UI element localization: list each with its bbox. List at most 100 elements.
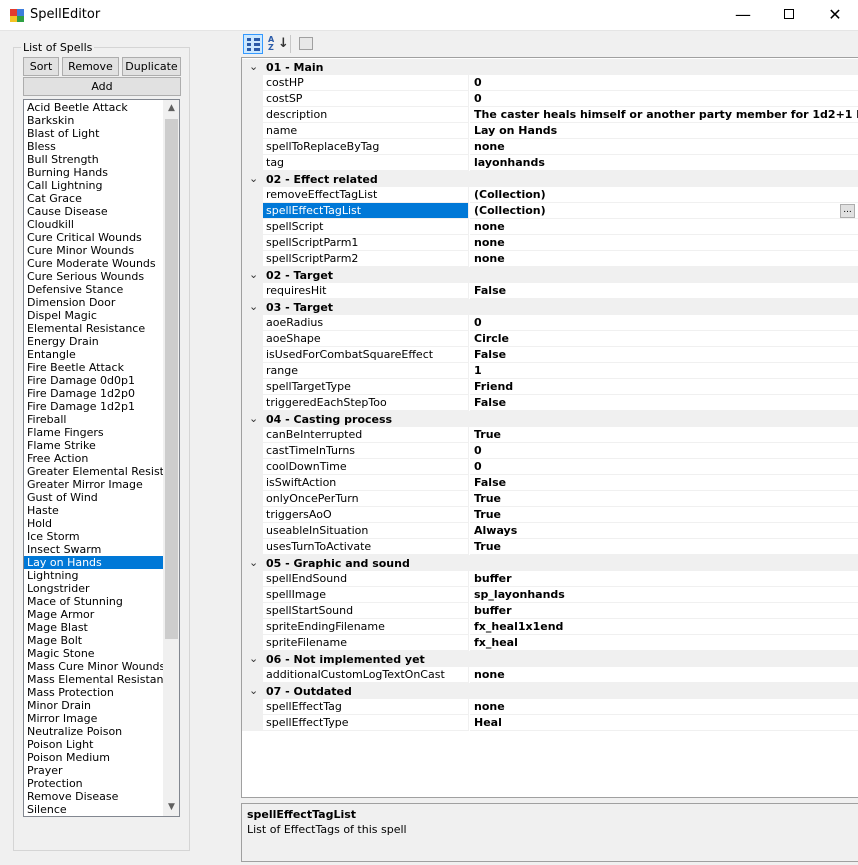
property-name[interactable]: description — [263, 107, 469, 123]
remove-button[interactable]: Remove — [62, 57, 119, 76]
list-item[interactable]: Remove Disease — [24, 790, 163, 803]
property-value[interactable]: Circle — [470, 331, 858, 347]
category-row[interactable]: ⌄ 07 - Outdated — [242, 683, 858, 699]
scroll-thumb[interactable] — [165, 119, 178, 639]
property-value[interactable]: 0 — [470, 75, 858, 91]
list-item[interactable]: Burning Hands — [24, 166, 163, 179]
property-row[interactable]: aoeShape Circle — [242, 331, 858, 347]
property-row[interactable]: spellTargetType Friend — [242, 379, 858, 395]
list-item[interactable]: Bless — [24, 140, 163, 153]
property-name[interactable]: spriteFilename — [263, 635, 469, 651]
property-value[interactable]: buffer — [470, 571, 858, 587]
property-row[interactable]: onlyOncePerTurn True — [242, 491, 858, 507]
property-value[interactable]: Lay on Hands — [470, 123, 858, 139]
property-name[interactable]: additionalCustomLogTextOnCast — [263, 667, 469, 683]
property-row[interactable]: costHP 0 — [242, 75, 858, 91]
property-row[interactable]: spellEffectTagList (Collection)... — [242, 203, 858, 219]
property-row[interactable]: useableInSituation Always — [242, 523, 858, 539]
property-name[interactable]: spellToReplaceByTag — [263, 139, 469, 155]
categorized-view-button[interactable] — [243, 34, 263, 54]
property-value[interactable]: none — [470, 251, 858, 267]
property-name[interactable]: spellStartSound — [263, 603, 469, 619]
list-item[interactable]: Dispel Magic — [24, 309, 163, 322]
property-name[interactable]: spellImage — [263, 587, 469, 603]
list-item[interactable]: Cure Minor Wounds — [24, 244, 163, 257]
property-row[interactable]: removeEffectTagList (Collection) — [242, 187, 858, 203]
property-name[interactable]: spellScriptParm2 — [263, 251, 469, 267]
spell-listbox[interactable]: Acid Beetle Attack Barkskin Blast of Light… — [23, 99, 180, 817]
property-value[interactable]: 1 — [470, 363, 858, 379]
category-row[interactable]: ⌄ 03 - Target — [242, 299, 858, 315]
property-row[interactable]: coolDownTime 0 — [242, 459, 858, 475]
property-row[interactable]: name Lay on Hands — [242, 123, 858, 139]
minimize-button[interactable]: — — [720, 0, 766, 31]
property-name[interactable]: tag — [263, 155, 469, 171]
list-item[interactable]: Mass Elemental Resistance — [24, 673, 163, 686]
property-row[interactable]: additionalCustomLogTextOnCast none — [242, 667, 858, 683]
property-value[interactable]: fx_heal1x1end — [470, 619, 858, 635]
list-item[interactable]: Insect Swarm — [24, 543, 163, 556]
property-name[interactable]: usesTurnToActivate — [263, 539, 469, 555]
property-value[interactable]: False — [470, 395, 858, 411]
property-value[interactable]: True — [470, 507, 858, 523]
list-item[interactable]: Flame Strike — [24, 439, 163, 452]
scroll-up-icon[interactable]: ▲ — [163, 100, 179, 117]
list-item[interactable]: Bull Strength — [24, 153, 163, 166]
list-item[interactable]: Gust of Wind — [24, 491, 163, 504]
property-row[interactable]: usesTurnToActivate True — [242, 539, 858, 555]
list-item[interactable]: Entangle — [24, 348, 163, 361]
property-row[interactable]: canBeInterrupted True — [242, 427, 858, 443]
list-item[interactable]: Mass Cure Minor Wounds — [24, 660, 163, 673]
category-row[interactable]: ⌄ 01 - Main — [242, 59, 858, 75]
property-row[interactable]: spellImage sp_layonhands — [242, 587, 858, 603]
list-item[interactable]: Flame Fingers — [24, 426, 163, 439]
property-name[interactable]: spellEffectTagList — [263, 203, 469, 219]
list-item[interactable]: Cloudkill — [24, 218, 163, 231]
property-name[interactable]: spellScript — [263, 219, 469, 235]
property-row[interactable]: triggersAoO True — [242, 507, 858, 523]
property-name[interactable]: useableInSituation — [263, 523, 469, 539]
property-value[interactable]: 0 — [470, 91, 858, 107]
property-name[interactable]: isSwiftAction — [263, 475, 469, 491]
collapse-chevron-icon[interactable]: ⌄ — [249, 556, 261, 570]
property-name[interactable]: costHP — [263, 75, 469, 91]
list-item[interactable]: Lay on Hands — [24, 556, 163, 569]
property-row[interactable]: range 1 — [242, 363, 858, 379]
list-item[interactable]: Mage Armor — [24, 608, 163, 621]
list-item[interactable]: Cat Grace — [24, 192, 163, 205]
property-name[interactable]: removeEffectTagList — [263, 187, 469, 203]
list-item[interactable]: Cause Disease — [24, 205, 163, 218]
property-value[interactable]: buffer — [470, 603, 858, 619]
list-item[interactable]: Call Lightning — [24, 179, 163, 192]
property-value[interactable]: layonhands — [470, 155, 858, 171]
property-value[interactable]: none — [470, 235, 858, 251]
list-item[interactable]: Cure Moderate Wounds — [24, 257, 163, 270]
property-value[interactable]: True — [470, 427, 858, 443]
property-row[interactable]: aoeRadius 0 — [242, 315, 858, 331]
property-row[interactable]: spellScriptParm2 none — [242, 251, 858, 267]
property-value[interactable]: Heal — [470, 715, 858, 731]
property-value[interactable]: none — [470, 139, 858, 155]
list-item[interactable]: Mage Blast — [24, 621, 163, 634]
property-row[interactable]: description The caster heals himself or a… — [242, 107, 858, 123]
property-name[interactable]: aoeShape — [263, 331, 469, 347]
property-value[interactable]: none — [470, 219, 858, 235]
property-value[interactable]: 0 — [470, 315, 858, 331]
property-value[interactable]: (Collection) — [470, 187, 858, 203]
property-value[interactable]: fx_heal — [470, 635, 858, 651]
property-row[interactable]: spellScriptParm1 none — [242, 235, 858, 251]
list-item[interactable]: Neutralize Poison — [24, 725, 163, 738]
list-item[interactable]: Fire Damage 0d0p1 — [24, 374, 163, 387]
list-item[interactable]: Protection — [24, 777, 163, 790]
property-value[interactable]: none — [470, 699, 858, 715]
category-row[interactable]: ⌄ 02 - Target — [242, 267, 858, 283]
list-item[interactable]: Fire Beetle Attack — [24, 361, 163, 374]
property-name[interactable]: spriteEndingFilename — [263, 619, 469, 635]
property-name[interactable]: requiresHit — [263, 283, 469, 299]
list-item[interactable]: Cure Critical Wounds — [24, 231, 163, 244]
list-item[interactable]: Greater Elemental Resistance — [24, 465, 163, 478]
list-item[interactable]: Poison Medium — [24, 751, 163, 764]
property-row[interactable]: requiresHit False — [242, 283, 858, 299]
list-item[interactable]: Fire Damage 1d2p1 — [24, 400, 163, 413]
list-item[interactable]: Defensive Stance — [24, 283, 163, 296]
